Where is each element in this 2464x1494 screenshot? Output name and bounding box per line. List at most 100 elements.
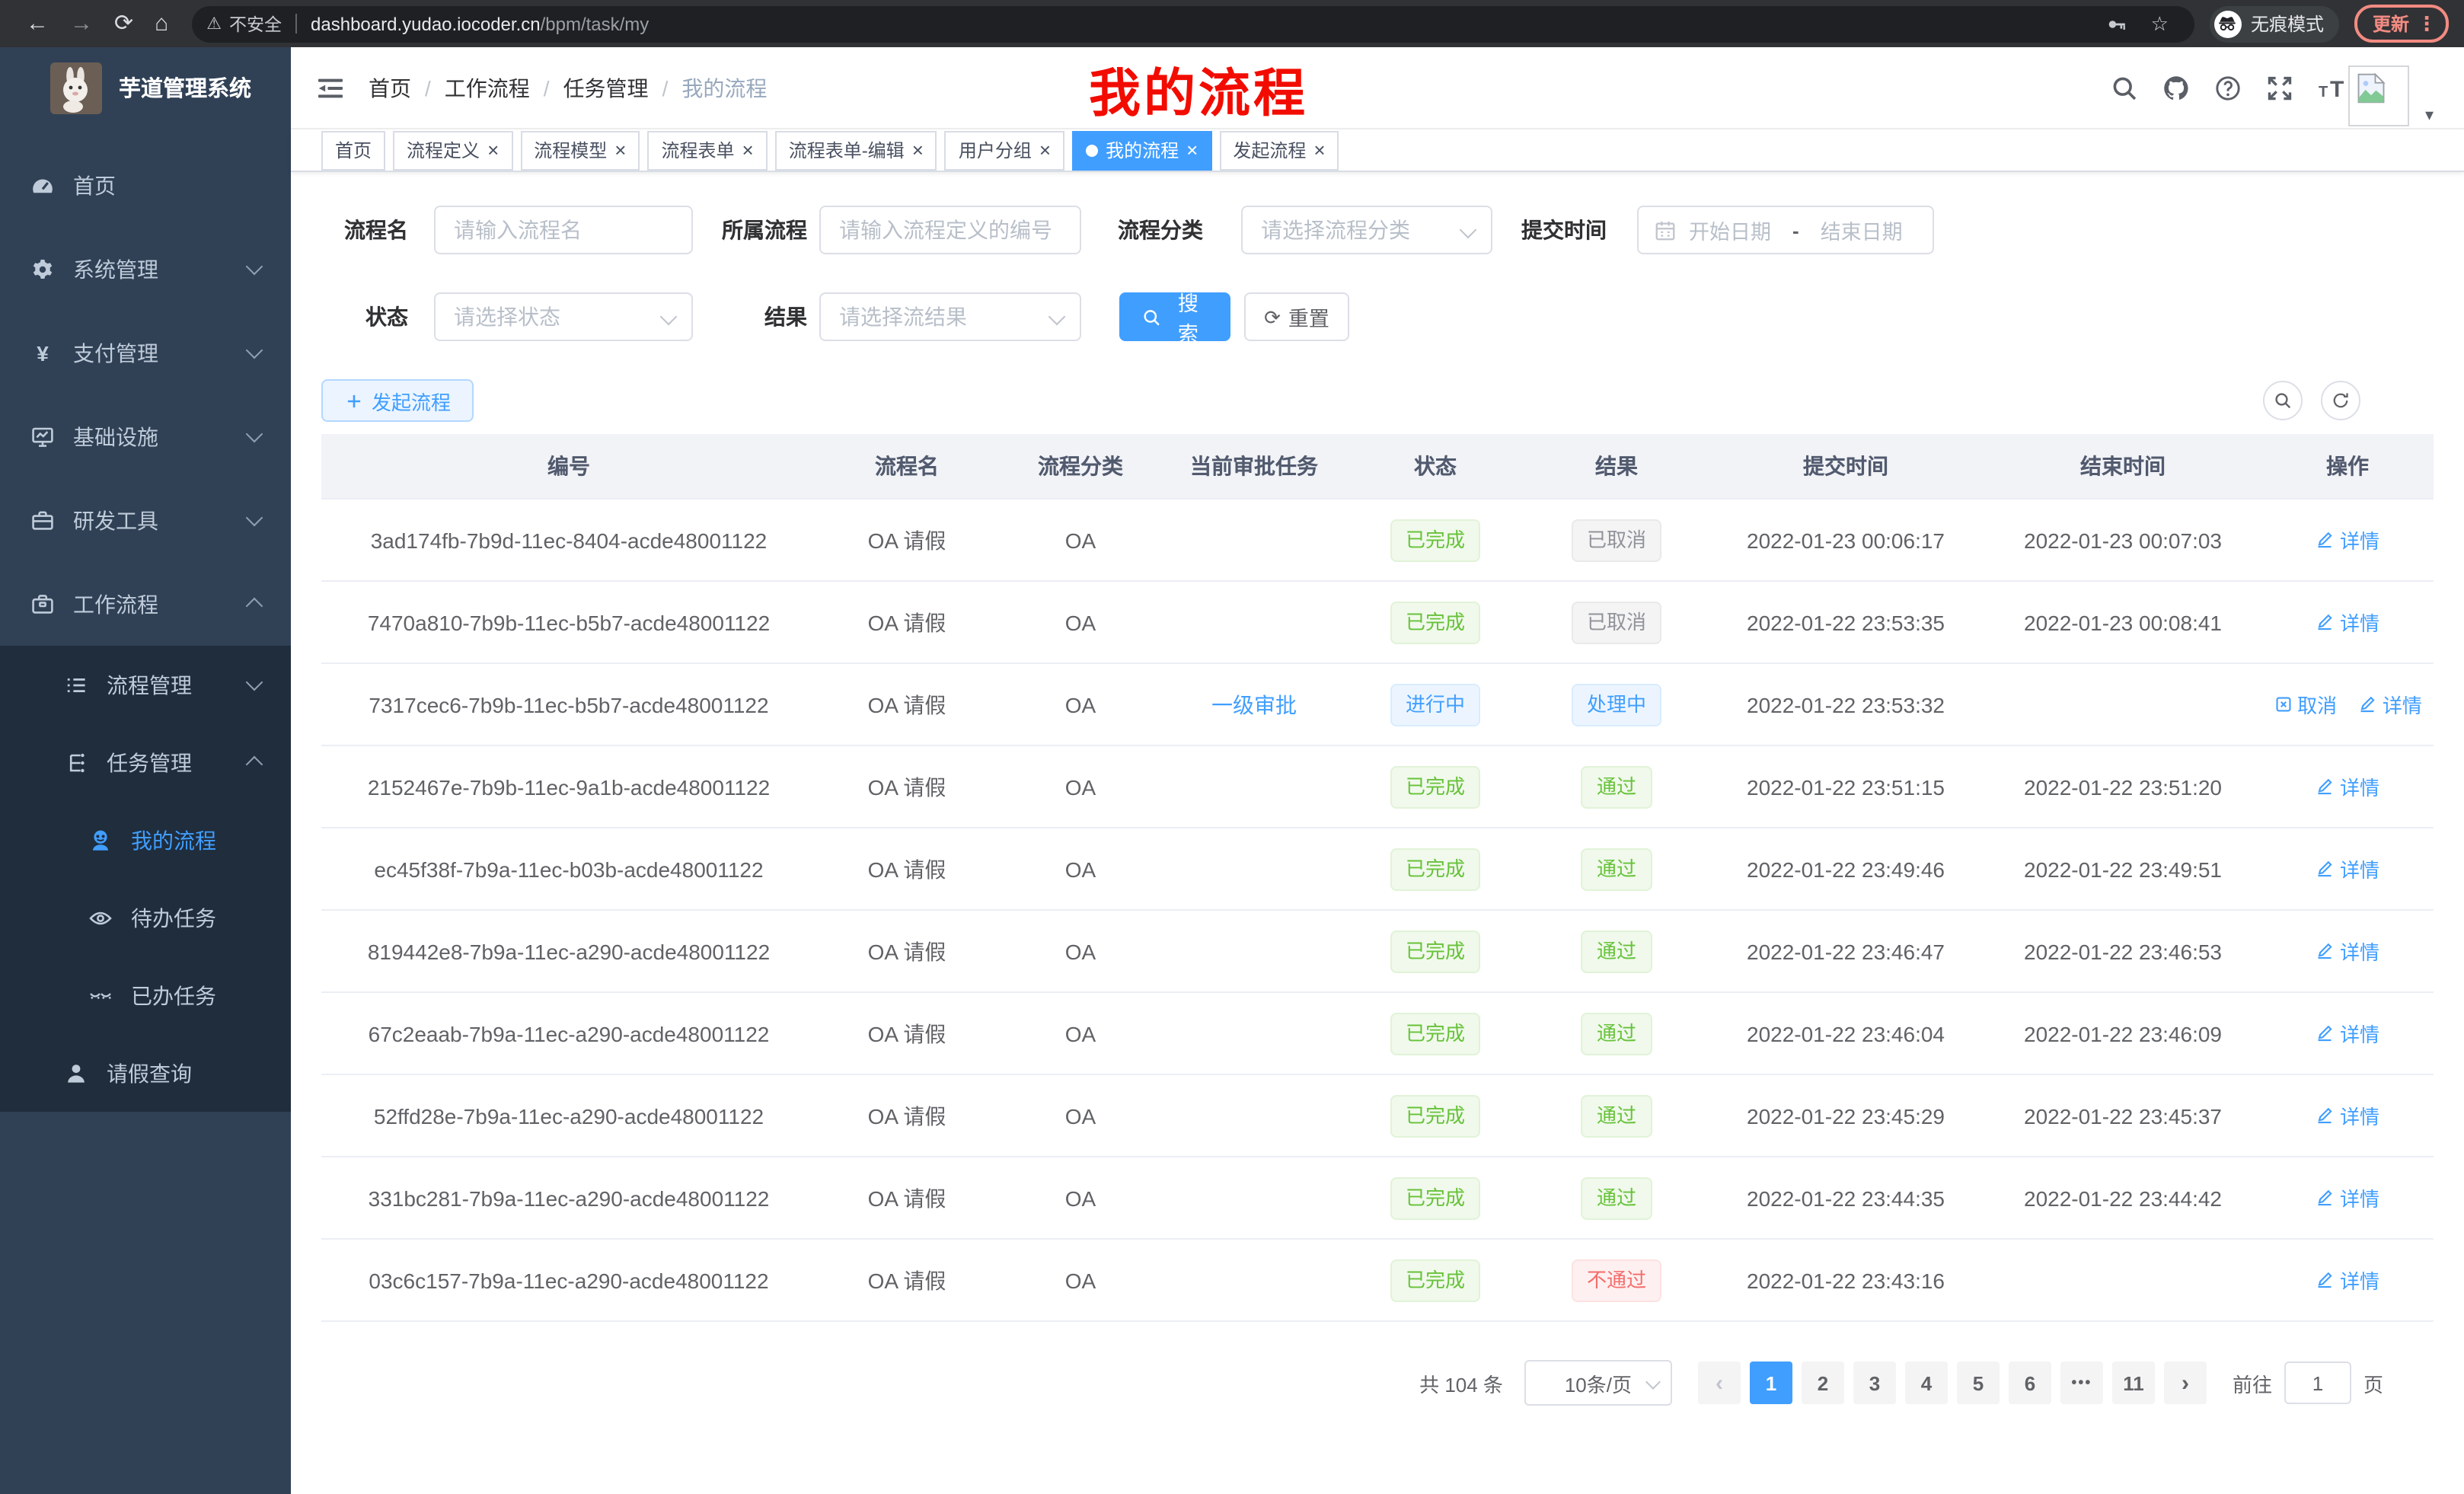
sidebar-item[interactable]: ¥ 支付管理: [0, 311, 291, 394]
sidebar-item[interactable]: 请假查询: [0, 1034, 291, 1112]
avatar-caret-icon[interactable]: ▾: [2425, 105, 2434, 125]
yen-icon: ¥: [30, 340, 55, 365]
sidebar-item[interactable]: 待办任务: [0, 879, 291, 956]
page-size-select[interactable]: 10条/页: [1524, 1360, 1672, 1406]
close-icon[interactable]: [614, 140, 626, 160]
result-badge: 通过: [1581, 765, 1652, 808]
reload-icon[interactable]: ⟳: [114, 12, 133, 35]
table-search-button[interactable]: [2263, 381, 2303, 420]
font-size-icon[interactable]: TT: [2318, 74, 2345, 101]
name-input[interactable]: [434, 206, 693, 254]
page-button[interactable]: 6: [2009, 1362, 2051, 1404]
cell-id: 52ffd28e-7b9a-11ec-a290-acde48001122: [321, 1074, 816, 1157]
search-icon[interactable]: [2111, 74, 2138, 101]
url-bar[interactable]: ⚠ 不安全 dashboard.yudao.iocoder.cn /bpm/ta…: [191, 5, 2194, 42]
close-icon[interactable]: [1186, 140, 1198, 160]
fullscreen-icon[interactable]: [2266, 74, 2293, 101]
github-icon[interactable]: [2162, 74, 2190, 101]
tab[interactable]: 发起流程: [1219, 130, 1339, 170]
sidebar-item[interactable]: 研发工具: [0, 478, 291, 562]
result-badge: 已取消: [1572, 519, 1661, 561]
tab[interactable]: 流程定义: [393, 130, 512, 170]
page-button[interactable]: 11: [2112, 1362, 2155, 1404]
update-button[interactable]: 更新 ⋮: [2354, 5, 2449, 43]
cancel-link[interactable]: 取消: [2273, 690, 2337, 719]
col-status: 状态: [1345, 434, 1526, 499]
detail-link[interactable]: 详情: [2316, 1019, 2379, 1048]
breadcrumb-item[interactable]: 首页: [369, 72, 411, 103]
detail-link[interactable]: 详情: [2316, 772, 2379, 801]
sidebar-item[interactable]: 系统管理: [0, 227, 291, 311]
sidebar-item[interactable]: 任务管理: [0, 723, 291, 801]
hamburger-fold-icon[interactable]: [317, 75, 344, 100]
menu-label: 研发工具: [73, 505, 158, 535]
status-select[interactable]: 请选择状态: [434, 292, 693, 341]
detail-link[interactable]: 详情: [2316, 937, 2379, 966]
kebab-menu-icon[interactable]: ⋮: [2417, 11, 2437, 36]
task-link[interactable]: 一级审批: [1211, 692, 1297, 717]
category-select[interactable]: 请选择流程分类: [1241, 206, 1492, 254]
key-icon[interactable]: [2107, 13, 2128, 34]
sidebar-item[interactable]: 我的流程: [0, 801, 291, 879]
prev-page-button[interactable]: ‹: [1698, 1362, 1741, 1404]
detail-link[interactable]: 详情: [2316, 854, 2379, 883]
result-select[interactable]: 请选择流结果: [819, 292, 1081, 341]
reset-button[interactable]: ⟳ 重置: [1244, 292, 1349, 341]
cell-actions: 详情: [2261, 1239, 2434, 1321]
tab[interactable]: 首页: [321, 130, 385, 170]
sidebar-item[interactable]: 已办任务: [0, 956, 291, 1034]
cell-id: 3ad174fb-7b9d-11ec-8404-acde48001122: [321, 499, 816, 581]
goto-page-input[interactable]: [2284, 1362, 2351, 1404]
breadcrumb-item[interactable]: 任务管理: [530, 72, 649, 103]
tab[interactable]: 我的流程: [1072, 130, 1211, 170]
cell-actions: 详情: [2261, 581, 2434, 663]
detail-link[interactable]: 详情: [2316, 525, 2379, 554]
result-badge: 处理中: [1572, 683, 1661, 726]
sidebar-item[interactable]: 首页: [0, 143, 291, 227]
close-icon[interactable]: [487, 140, 499, 160]
forward-icon[interactable]: →: [70, 12, 93, 35]
close-icon[interactable]: [1039, 140, 1051, 160]
definition-input[interactable]: [819, 206, 1081, 254]
date-range-picker[interactable]: 开始日期 - 结束日期: [1637, 206, 1934, 254]
tab[interactable]: 流程表单-编辑: [775, 130, 937, 170]
edit-icon: [2316, 1270, 2335, 1290]
detail-link[interactable]: 详情: [2316, 1183, 2379, 1212]
breadcrumb-item[interactable]: 我的流程: [649, 72, 768, 103]
close-icon[interactable]: [1313, 140, 1325, 160]
sidebar-item[interactable]: 工作流程: [0, 562, 291, 646]
page-button[interactable]: 2: [1802, 1362, 1844, 1404]
tab[interactable]: 流程模型: [520, 130, 640, 170]
table-refresh-button[interactable]: [2321, 381, 2360, 420]
tab[interactable]: 用户分组: [945, 130, 1064, 170]
close-icon[interactable]: [912, 140, 924, 160]
sidebar-item[interactable]: 流程管理: [0, 646, 291, 723]
page-button[interactable]: 5: [1957, 1362, 2000, 1404]
breadcrumb-item[interactable]: 工作流程: [411, 72, 530, 103]
next-page-button[interactable]: ›: [2164, 1362, 2207, 1404]
page-button[interactable]: 3: [1853, 1362, 1896, 1404]
page-button[interactable]: 1: [1750, 1362, 1792, 1404]
page-button[interactable]: 4: [1905, 1362, 1948, 1404]
detail-link[interactable]: 详情: [2358, 690, 2422, 719]
menu-label: 任务管理: [107, 747, 192, 777]
tab[interactable]: 流程表单: [647, 130, 767, 170]
sidebar-item[interactable]: 基础设施: [0, 394, 291, 478]
bookmark-star-icon[interactable]: ☆: [2151, 14, 2169, 34]
back-icon[interactable]: ←: [26, 12, 49, 35]
screen: ← → ⟳ ⌂ ⚠ 不安全 dashboard.yudao.iocoder.cn…: [0, 0, 2464, 1494]
avatar[interactable]: [2348, 65, 2409, 126]
search-button[interactable]: 搜索: [1119, 292, 1230, 341]
cell-name: OA 请假: [816, 663, 997, 745]
page-button[interactable]: •••: [2060, 1362, 2103, 1404]
definition-label: 所属流程: [693, 215, 807, 245]
help-icon[interactable]: [2214, 74, 2242, 101]
detail-link[interactable]: 详情: [2316, 1266, 2379, 1294]
cell-submit-time: 2022-01-23 00:06:17: [1707, 499, 1984, 581]
detail-link[interactable]: 详情: [2316, 608, 2379, 637]
detail-link[interactable]: 详情: [2316, 1101, 2379, 1130]
create-process-button[interactable]: 发起流程: [321, 379, 474, 422]
close-icon[interactable]: [742, 140, 754, 160]
content: 流程名 所属流程 流程分类 请选择流程分类 提交时间 开始日期 - 结束日期: [291, 172, 2464, 1406]
home-icon[interactable]: ⌂: [155, 12, 168, 35]
